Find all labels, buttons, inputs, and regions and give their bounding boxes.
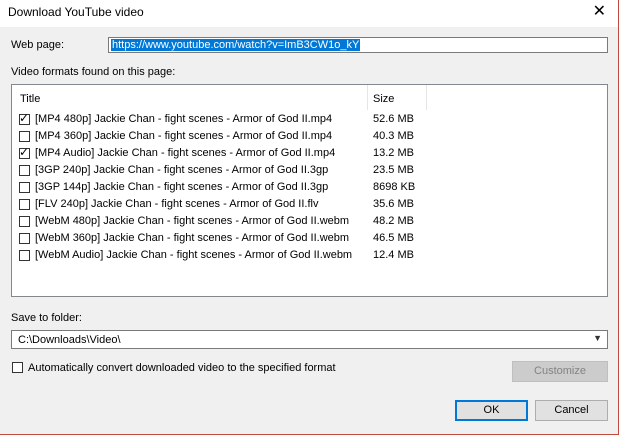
column-header-size[interactable]: Size <box>368 85 427 110</box>
save-folder-value: C:\Downloads\Video\ <box>18 334 121 346</box>
row-title: [3GP 240p] Jackie Chan - fight scenes - … <box>35 164 329 176</box>
row-checkbox[interactable] <box>19 131 30 142</box>
row-checkbox[interactable] <box>19 199 30 210</box>
formats-label: Video formats found on this page: <box>11 66 176 78</box>
row-title: [FLV 240p] Jackie Chan - fight scenes - … <box>35 198 319 210</box>
column-header-title[interactable]: Title <box>12 85 368 110</box>
auto-convert-label[interactable]: Automatically convert downloaded video t… <box>28 362 336 374</box>
row-size: 40.3 MB <box>373 130 414 142</box>
check-icon: ✓ <box>19 145 30 159</box>
row-size: 52.6 MB <box>373 113 414 125</box>
web-page-url-selected: https://www.youtube.com/watch?v=ImB3CW1o… <box>111 39 361 51</box>
formats-list[interactable]: Title Size ✓ [MP4 480p] Jackie Chan - fig… <box>11 84 608 297</box>
row-checkbox[interactable] <box>19 182 30 193</box>
table-row[interactable]: [3GP 240p] Jackie Chan - fight scenes - … <box>12 162 422 179</box>
row-size: 35.6 MB <box>373 198 414 210</box>
row-size: 48.2 MB <box>373 215 414 227</box>
ok-button[interactable]: OK <box>455 400 528 421</box>
row-size: 12.4 MB <box>373 249 414 261</box>
table-row[interactable]: [WebM 480p] Jackie Chan - fight scenes -… <box>12 213 422 230</box>
row-title: [MP4 360p] Jackie Chan - fight scenes - … <box>35 130 333 142</box>
web-page-label: Web page: <box>11 39 65 51</box>
save-folder-combo[interactable]: C:\Downloads\Video\ ▼ <box>11 330 608 349</box>
cancel-button[interactable]: Cancel <box>535 400 608 421</box>
window-title: Download YouTube video <box>8 5 144 19</box>
row-size: 13.2 MB <box>373 147 414 159</box>
row-title: [WebM Audio] Jackie Chan - fight scenes … <box>35 249 353 261</box>
table-row[interactable]: ✓ [MP4 Audio] Jackie Chan - fight scenes … <box>12 145 422 162</box>
customize-button[interactable]: Customize <box>512 361 608 382</box>
close-icon[interactable]: ✕ <box>593 2 606 22</box>
row-size: 46.5 MB <box>373 232 414 244</box>
row-title: [3GP 144p] Jackie Chan - fight scenes - … <box>35 181 329 193</box>
row-size: 8698 KB <box>373 181 416 193</box>
check-icon: ✓ <box>19 111 30 125</box>
row-checkbox[interactable]: ✓ <box>19 145 30 159</box>
row-title: [WebM 480p] Jackie Chan - fight scenes -… <box>35 215 350 227</box>
row-title: [MP4 480p] Jackie Chan - fight scenes - … <box>35 113 333 125</box>
row-title: [WebM 360p] Jackie Chan - fight scenes -… <box>35 232 350 244</box>
table-row[interactable]: [MP4 360p] Jackie Chan - fight scenes - … <box>12 128 422 145</box>
row-size: 23.5 MB <box>373 164 414 176</box>
download-dialog: Download YouTube video ✕ Web page: https… <box>0 0 619 435</box>
table-row[interactable]: ✓ [MP4 480p] Jackie Chan - fight scenes -… <box>12 111 422 128</box>
save-folder-label: Save to folder: <box>11 312 82 324</box>
table-row[interactable]: [FLV 240p] Jackie Chan - fight scenes - … <box>12 196 422 213</box>
row-checkbox[interactable] <box>19 216 30 227</box>
auto-convert-checkbox[interactable] <box>12 362 23 373</box>
row-title: [MP4 Audio] Jackie Chan - fight scenes -… <box>35 147 336 159</box>
row-checkbox[interactable]: ✓ <box>19 111 30 125</box>
table-row[interactable]: [WebM 360p] Jackie Chan - fight scenes -… <box>12 230 422 247</box>
web-page-input[interactable]: https://www.youtube.com/watch?v=ImB3CW1o… <box>108 37 608 53</box>
chevron-down-icon[interactable]: ▼ <box>593 333 602 343</box>
row-checkbox[interactable] <box>19 165 30 176</box>
title-bar[interactable]: Download YouTube video ✕ <box>0 0 618 27</box>
row-checkbox[interactable] <box>19 250 30 261</box>
table-row[interactable]: [WebM Audio] Jackie Chan - fight scenes … <box>12 247 422 264</box>
row-checkbox[interactable] <box>19 233 30 244</box>
table-row[interactable]: [3GP 144p] Jackie Chan - fight scenes - … <box>12 179 422 196</box>
